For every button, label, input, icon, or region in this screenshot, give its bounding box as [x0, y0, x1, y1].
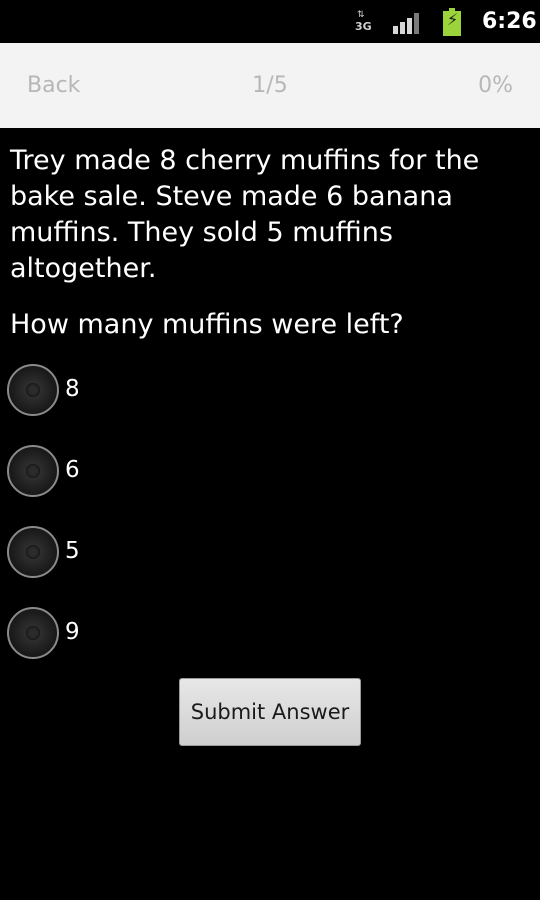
answer-option-1[interactable]: 8: [7, 364, 307, 416]
question-progress: 1/5: [252, 73, 288, 98]
network-type-label: 3G: [355, 20, 372, 33]
option-label: 9: [65, 619, 80, 645]
battery-charging-icon: ⚡: [443, 8, 461, 36]
option-label: 8: [65, 376, 80, 402]
signal-strength-icon: [393, 12, 423, 34]
radio-button[interactable]: [7, 445, 59, 497]
answer-option-4[interactable]: 9: [7, 607, 307, 659]
clock: 6:26: [482, 9, 537, 34]
answer-option-3[interactable]: 5: [7, 526, 307, 578]
question-prompt: How many muffins were left?: [10, 309, 404, 340]
radio-button[interactable]: [7, 607, 59, 659]
data-arrows-icon: ⇅ 3G: [355, 10, 372, 33]
submit-answer-button[interactable]: Submit Answer: [179, 678, 361, 746]
option-label: 5: [65, 538, 80, 564]
radio-button[interactable]: [7, 526, 59, 578]
option-label: 6: [65, 457, 80, 483]
status-bar: ⇅ 3G ⚡ 6:26: [0, 0, 540, 43]
radio-button[interactable]: [7, 364, 59, 416]
top-nav: Back 1/5 0%: [0, 43, 540, 128]
question-text: Trey made 8 cherry muffins for the bake …: [10, 145, 480, 284]
answer-option-2[interactable]: 6: [7, 445, 307, 497]
score-percent: 0%: [478, 73, 513, 98]
